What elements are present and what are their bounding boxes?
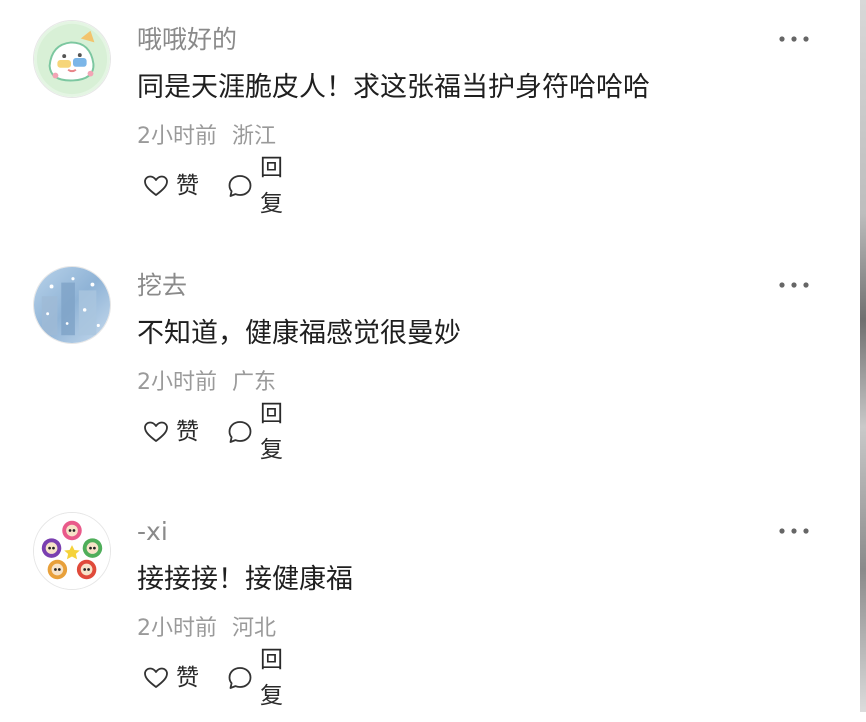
reply-button[interactable]: 回复 — [226, 647, 283, 709]
comment-location: 河北 — [232, 616, 277, 641]
reply-button[interactable]: 回复 — [226, 155, 283, 217]
comment-item: 挖去 不知道，健康福感觉很曼妙 2小时前 广东 赞 回复 — [0, 246, 860, 476]
scroll-edge — [860, 0, 866, 712]
avatar-image — [34, 513, 110, 589]
comment-list: 哦哦好的 同是天涯脆皮人！求这张福当护身符哈哈哈 2小时前 浙江 赞 回复 挖去… — [0, 0, 860, 712]
comment-location: 广东 — [232, 370, 277, 395]
reply-label: 回复 — [260, 155, 283, 217]
more-icon — [779, 282, 809, 288]
like-label: 赞 — [176, 419, 199, 445]
comment-meta: 2小时前 浙江 — [137, 122, 276, 152]
comment-text: 接接接！接健康福 — [137, 564, 353, 595]
avatar[interactable] — [33, 20, 111, 98]
heart-icon — [142, 664, 170, 692]
comment-time: 2小时前 — [137, 124, 217, 149]
like-label: 赞 — [176, 173, 199, 199]
avatar-image — [34, 267, 110, 343]
avatar-image — [34, 21, 110, 97]
username[interactable]: -xi — [137, 516, 168, 548]
more-icon — [779, 36, 809, 42]
more-options-button[interactable] — [776, 521, 812, 541]
reply-label: 回复 — [260, 647, 283, 709]
comment-meta: 2小时前 河北 — [137, 614, 276, 644]
more-icon — [779, 528, 809, 534]
reply-button[interactable]: 回复 — [226, 401, 283, 463]
like-label: 赞 — [176, 665, 199, 691]
username[interactable]: 挖去 — [137, 270, 187, 302]
comment-meta: 2小时前 广东 — [137, 368, 276, 398]
comment-time: 2小时前 — [137, 370, 217, 395]
heart-icon — [142, 172, 170, 200]
more-options-button[interactable] — [776, 275, 812, 295]
comment-item: -xi 接接接！接健康福 2小时前 河北 赞 回复 — [0, 492, 860, 722]
like-button[interactable]: 赞 — [142, 414, 199, 450]
comment-item: 哦哦好的 同是天涯脆皮人！求这张福当护身符哈哈哈 2小时前 浙江 赞 回复 — [0, 0, 860, 230]
avatar[interactable] — [33, 512, 111, 590]
like-button[interactable]: 赞 — [142, 660, 199, 696]
comment-text: 同是天涯脆皮人！求这张福当护身符哈哈哈 — [137, 72, 650, 103]
chat-bubble-icon — [226, 418, 254, 446]
chat-bubble-icon — [226, 172, 254, 200]
more-options-button[interactable] — [776, 29, 812, 49]
like-button[interactable]: 赞 — [142, 168, 199, 204]
heart-icon — [142, 418, 170, 446]
avatar[interactable] — [33, 266, 111, 344]
comment-time: 2小时前 — [137, 616, 217, 641]
comment-location: 浙江 — [232, 124, 277, 149]
comment-text: 不知道，健康福感觉很曼妙 — [137, 318, 461, 349]
reply-label: 回复 — [260, 401, 283, 463]
chat-bubble-icon — [226, 664, 254, 692]
username[interactable]: 哦哦好的 — [137, 24, 237, 56]
